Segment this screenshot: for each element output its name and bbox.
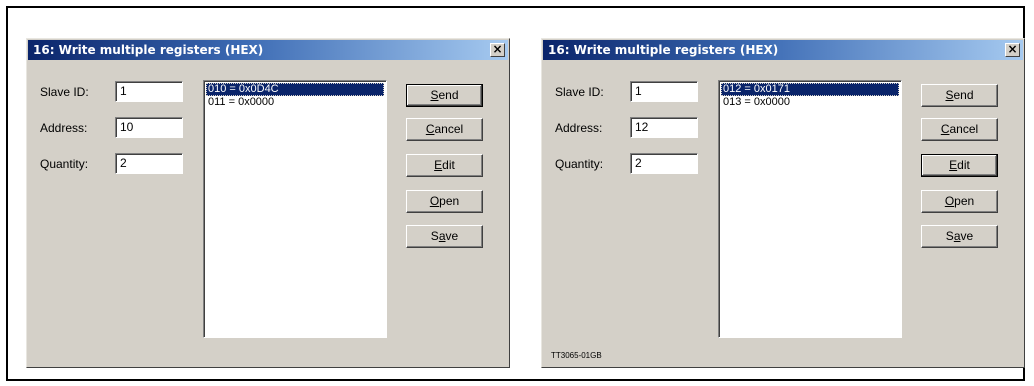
title-bar: 16: Write multiple registers (HEX) × (543, 40, 1023, 60)
dialog-title: 16: Write multiple registers (HEX) (33, 43, 264, 57)
title-bar: 16: Write multiple registers (HEX) × (28, 40, 508, 60)
slave-id-label: Slave ID: (555, 85, 604, 99)
close-icon: × (492, 42, 503, 56)
save-button[interactable]: Save (406, 225, 483, 248)
save-label: ve (445, 229, 459, 243)
quantity-field[interactable]: 2 (630, 153, 698, 174)
quantity-label: Quantity: (555, 157, 604, 171)
save-button[interactable]: Save (921, 225, 998, 248)
cancel-label: ancel (434, 122, 464, 136)
open-accel: O (944, 194, 955, 208)
edit-accel: E (434, 158, 443, 172)
list-item[interactable]: 012 = 0x0171 (721, 83, 899, 96)
open-button[interactable]: Open (406, 190, 483, 213)
address-label: Address: (40, 121, 88, 135)
edit-accel: E (949, 158, 958, 172)
slave-id-field[interactable]: 1 (630, 81, 698, 102)
address-label: Address: (555, 121, 603, 135)
edit-label: dit (957, 158, 970, 172)
quantity-field[interactable]: 2 (115, 153, 183, 174)
edit-button[interactable]: Edit (921, 154, 998, 177)
address-field[interactable]: 12 (630, 117, 698, 138)
open-label: pen (954, 194, 975, 208)
register-listbox[interactable]: 012 = 0x0171 013 = 0x0000 (718, 80, 902, 338)
list-item[interactable]: 010 = 0x0D4C (206, 83, 384, 96)
send-button[interactable]: Send (921, 84, 998, 107)
edit-button[interactable]: Edit (406, 154, 483, 177)
edit-label: dit (442, 158, 455, 172)
send-button[interactable]: Send (406, 84, 483, 107)
slave-id-label: Slave ID: (40, 85, 89, 99)
address-field[interactable]: 10 (115, 117, 183, 138)
open-label: pen (439, 194, 460, 208)
save-accel: a (438, 229, 446, 243)
dialog-title: 16: Write multiple registers (HEX) (548, 43, 779, 57)
send-label: end (438, 88, 459, 102)
list-item[interactable]: 013 = 0x0000 (721, 96, 899, 109)
close-button[interactable]: × (1005, 43, 1020, 57)
close-button[interactable]: × (490, 43, 505, 57)
open-button[interactable]: Open (921, 190, 998, 213)
figure-frame: 16: Write multiple registers (HEX) × Sla… (6, 6, 1025, 381)
cancel-label: ancel (949, 122, 979, 136)
save-label: ve (960, 229, 974, 243)
save-label-pre: S (430, 229, 439, 243)
save-label-pre: S (945, 229, 954, 243)
save-accel: a (953, 229, 961, 243)
cancel-button[interactable]: Cancel (921, 118, 998, 141)
list-item[interactable]: 011 = 0x0000 (206, 96, 384, 109)
open-accel: O (429, 194, 440, 208)
slave-id-field[interactable]: 1 (115, 81, 183, 102)
close-icon: × (1007, 42, 1018, 56)
cancel-button[interactable]: Cancel (406, 118, 483, 141)
write-registers-dialog-left: 16: Write multiple registers (HEX) × Sla… (26, 38, 510, 368)
write-registers-dialog-right: 16: Write multiple registers (HEX) × Sla… (541, 38, 1025, 368)
quantity-label: Quantity: (40, 157, 89, 171)
send-label: end (953, 88, 974, 102)
register-listbox[interactable]: 010 = 0x0D4C 011 = 0x0000 (203, 80, 387, 338)
figure-tag: TT3065-01GB (551, 351, 602, 360)
